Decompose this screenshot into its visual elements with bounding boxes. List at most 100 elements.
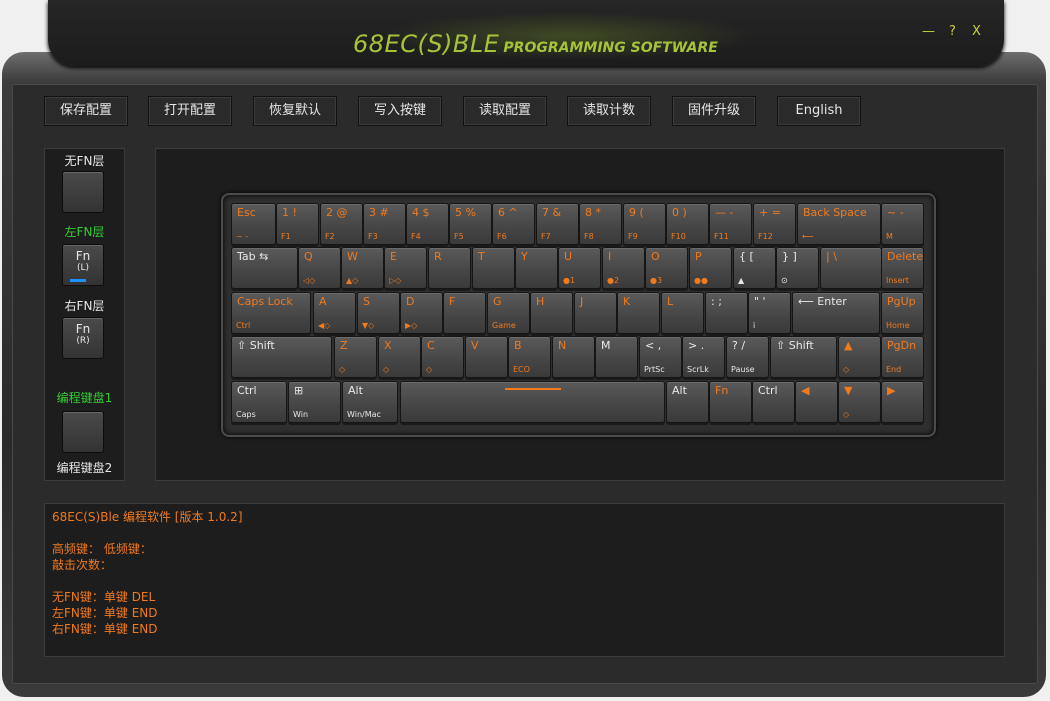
minimize-button[interactable]: —: [922, 24, 935, 39]
key-primary-label: X: [384, 339, 392, 352]
keyboard-key[interactable]: | \: [820, 247, 882, 289]
open-config-button[interactable]: 打开配置: [148, 96, 232, 126]
help-button[interactable]: ?: [949, 24, 956, 39]
keyboard-key[interactable]: ⟵ Enter: [792, 292, 880, 334]
keyboard-key[interactable]: ▲ ◇: [838, 336, 881, 378]
key-primary-label: Delete: [887, 250, 924, 263]
spacebar-indicator: [505, 388, 561, 390]
save-config-button[interactable]: 保存配置: [44, 96, 128, 126]
close-button[interactable]: X: [972, 24, 981, 39]
spacebar-key[interactable]: [400, 381, 665, 423]
read-config-button[interactable]: 读取配置: [463, 96, 547, 126]
keyboard-key[interactable]: L: [661, 292, 704, 334]
keyboard-key[interactable]: V: [465, 336, 508, 378]
keyboard-key[interactable]: 0 ) F10: [666, 203, 709, 245]
firmware-upgrade-button[interactable]: 固件升级: [672, 96, 756, 126]
keyboard-key[interactable]: Back Space ⟵: [797, 203, 881, 245]
keyboard-key[interactable]: ⇧ Shift: [231, 336, 332, 378]
key-secondary-label: M: [886, 232, 893, 241]
keyboard-key[interactable]: D ▶◇: [400, 292, 443, 334]
keyboard-key[interactable]: < , PrtSc: [639, 336, 682, 378]
keyboard-key[interactable]: Ctrl Caps: [231, 381, 287, 423]
keyboard-key[interactable]: ▼ ◇: [838, 381, 881, 423]
key-secondary-label: ECO: [513, 365, 530, 374]
keyboard-key[interactable]: 4 $ F4: [406, 203, 449, 245]
key-primary-label: K: [623, 295, 631, 308]
keyboard-key[interactable]: 7 & F7: [536, 203, 579, 245]
keyboard-key[interactable]: > . ScrLk: [682, 336, 725, 378]
keyboard-key[interactable]: H: [530, 292, 573, 334]
key-primary-label: W: [347, 250, 358, 263]
key-secondary-label: ◇: [426, 365, 433, 374]
keyboard-key[interactable]: — - F11: [709, 203, 752, 245]
keyboard-key[interactable]: Alt: [666, 381, 709, 423]
keyboard-key[interactable]: K: [617, 292, 660, 334]
keyboard-key[interactable]: S ▼◇: [357, 292, 400, 334]
keyboard-key[interactable]: } ] ⊙: [776, 247, 819, 289]
language-button[interactable]: English: [777, 96, 861, 126]
keyboard-key[interactable]: ? / Pause: [726, 336, 769, 378]
keyboard-key[interactable]: 6 ^ F6: [492, 203, 535, 245]
keyboard-key[interactable]: I ●2: [602, 247, 645, 289]
keyboard-key[interactable]: R: [428, 247, 471, 289]
keyboard-key[interactable]: N: [552, 336, 595, 378]
keyboard-key[interactable]: C ◇: [421, 336, 464, 378]
keyboard-key[interactable]: O ●3: [645, 247, 688, 289]
keyboard-key[interactable]: T: [472, 247, 515, 289]
keyboard-key[interactable]: P ●●: [689, 247, 732, 289]
left-fn-key-label: Fn: [75, 249, 91, 263]
keyboard-key[interactable]: 3 # F3: [363, 203, 406, 245]
keyboard-key[interactable]: Caps Lock Ctrl: [231, 292, 311, 334]
keyboard-key[interactable]: Alt Win/Mac: [342, 381, 398, 423]
keyboard-key[interactable]: F: [443, 292, 486, 334]
key-primary-label: L: [667, 295, 674, 308]
prog-keyboard-button[interactable]: [62, 411, 104, 453]
key-primary-label: + =: [759, 206, 781, 219]
keyboard-key[interactable]: 9 (F9: [623, 203, 666, 245]
right-fn-layer-button[interactable]: Fn (R): [62, 317, 104, 359]
read-count-button[interactable]: 读取计数: [567, 96, 651, 126]
layer-sidebar: 无FN层 左FN层 Fn (L) 右FN层 Fn (R) 编程键盘1 编程键盘2: [44, 148, 125, 481]
keyboard-key[interactable]: Fn: [709, 381, 752, 423]
keyboard-key[interactable]: G Game: [487, 292, 530, 334]
keyboard-key[interactable]: 5 % F5: [449, 203, 492, 245]
left-fn-layer-button[interactable]: Fn (L): [62, 244, 104, 286]
prog-keyboard-2-label: 编程键盘2: [56, 461, 113, 475]
keyboard-key[interactable]: ~ - M: [881, 203, 924, 245]
restore-default-button[interactable]: 恢复默认: [253, 96, 337, 126]
keyboard-key[interactable]: X ◇: [378, 336, 421, 378]
keyboard-key[interactable]: E ▷◇: [384, 247, 427, 289]
keyboard-key[interactable]: 8 * F8: [579, 203, 622, 245]
keyboard-key[interactable]: Ctrl: [752, 381, 795, 423]
keyboard-key[interactable]: ⇧ Shift: [770, 336, 837, 378]
keyboard-key[interactable]: ▶: [881, 381, 924, 423]
keyboard-key[interactable]: A ◀◇: [313, 292, 356, 334]
keyboard-key[interactable]: Y: [515, 247, 558, 289]
key-secondary-label: ⟵: [802, 232, 814, 241]
key-secondary-label: i: [753, 321, 756, 330]
keyboard-key[interactable]: " ' i: [748, 292, 791, 334]
keyboard-key[interactable]: U ●1: [558, 247, 601, 289]
keyboard-key[interactable]: { [▲: [733, 247, 776, 289]
keyboard-key[interactable]: + = F12: [753, 203, 796, 245]
keyboard-key[interactable]: ⊞ Win: [288, 381, 341, 423]
keyboard-key[interactable]: PgUp Home: [881, 292, 924, 334]
keyboard-key[interactable]: PgDn End: [881, 336, 924, 378]
keyboard-key[interactable]: 2 @ F2: [320, 203, 363, 245]
keyboard-key[interactable]: 1 ! F1: [276, 203, 319, 245]
keyboard-key[interactable]: M: [595, 336, 638, 378]
no-fn-layer-button[interactable]: [62, 171, 104, 213]
key-secondary-label: F12: [758, 232, 773, 241]
keyboard-key[interactable]: : ;: [705, 292, 748, 334]
keyboard-key[interactable]: Z ◇: [334, 336, 377, 378]
keyboard-key[interactable]: B ECO: [508, 336, 551, 378]
keyboard-key[interactable]: Esc ~ -: [231, 203, 276, 245]
keyboard-key[interactable]: J: [574, 292, 617, 334]
key-secondary-label: ◇: [339, 365, 346, 374]
write-keys-button[interactable]: 写入按键: [358, 96, 442, 126]
keyboard-key[interactable]: Tab ⇆: [231, 247, 298, 289]
keyboard-key[interactable]: Q ◁◇: [298, 247, 341, 289]
keyboard-key[interactable]: W ▲◇: [341, 247, 384, 289]
keyboard-key[interactable]: Delete Insert: [881, 247, 924, 289]
keyboard-key[interactable]: ◀: [795, 381, 838, 423]
